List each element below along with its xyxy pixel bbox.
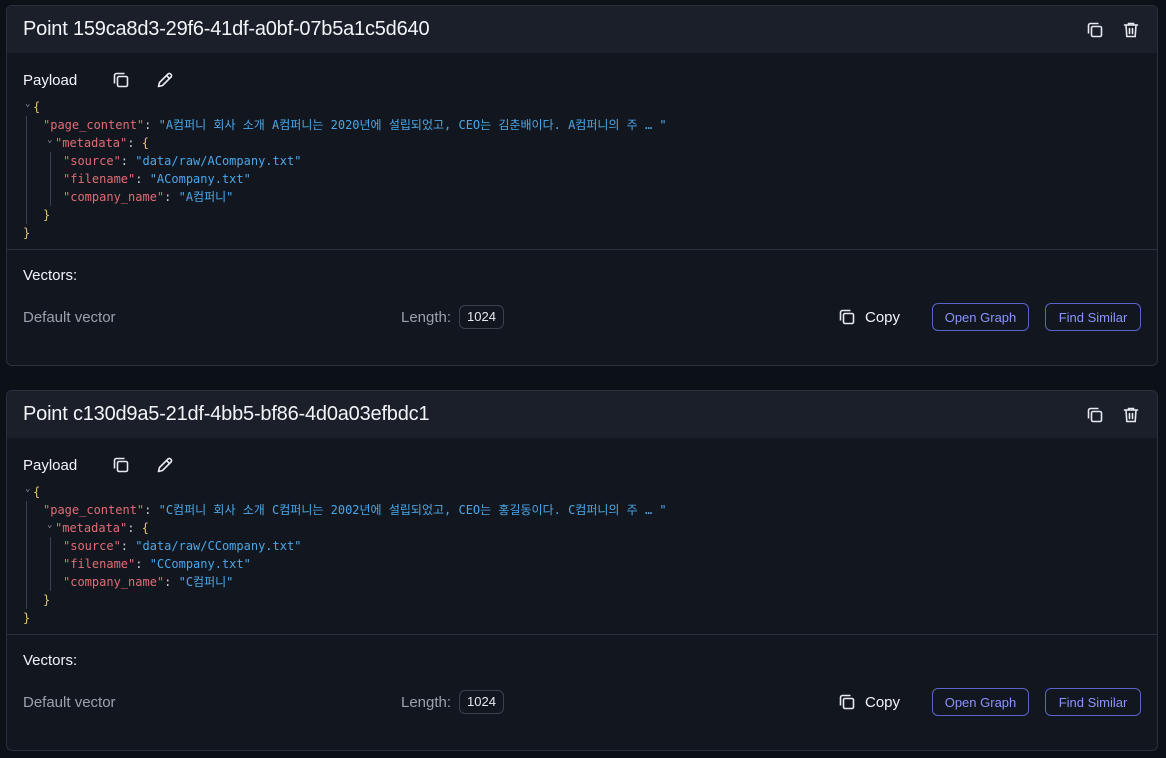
copy-label: Copy (865, 308, 901, 326)
json-line: } (43, 208, 51, 222)
chevron-down-icon[interactable]: ⌄ (25, 480, 30, 498)
point-title: Point 159ca8d3-29f6-41df-a0bf-07b5a1c5d6… (23, 18, 430, 40)
json-line: } (23, 611, 31, 625)
point-card-header: Point c130d9a5-21df-4bb5-bf86-4d0a03efbd… (7, 391, 1157, 438)
payload-section: Payload ⌄{ "page_content": "A컴퍼니 회사 소개 A… (7, 53, 1157, 250)
vector-row: Default vector Length: 1024 Copy Open Gr… (23, 303, 1141, 331)
json-line: } (43, 593, 51, 607)
trash-icon[interactable] (1121, 405, 1141, 425)
json-line: "filename": "ACompany.txt" (63, 172, 251, 186)
json-value: "C컴퍼니" (178, 575, 234, 589)
payload-section: Payload ⌄{ "page_content": "C컴퍼니 회사 소개 C… (7, 438, 1157, 635)
copy-icon[interactable] (111, 70, 131, 90)
json-line: "page_content": "C컴퍼니 회사 소개 C컴퍼니는 2002년에… (43, 503, 667, 517)
json-value: "A컴퍼니" (178, 190, 234, 204)
copy-vector-button[interactable]: Copy (837, 692, 900, 712)
json-line: "filename": "CCompany.txt" (63, 557, 251, 571)
json-key: "metadata" (55, 521, 128, 535)
copy-vector-button[interactable]: Copy (837, 307, 900, 327)
payload-label: Payload (23, 456, 78, 474)
chevron-down-icon[interactable]: ⌄ (47, 131, 52, 149)
json-line: "page_content": "A컴퍼니 회사 소개 A컴퍼니는 2020년에… (43, 118, 667, 132)
copy-icon[interactable] (1085, 20, 1105, 40)
payload-header: Payload (23, 70, 1141, 90)
json-line: ⌄{ (23, 98, 1141, 116)
point-card: Point c130d9a5-21df-4bb5-bf86-4d0a03efbd… (6, 390, 1158, 751)
point-actions (1085, 405, 1141, 425)
vectors-label: Vectors: (23, 652, 78, 669)
copy-icon (839, 309, 855, 325)
length-badge: 1024 (459, 305, 504, 329)
length-label: Length: (401, 308, 452, 326)
json-key: "source" (63, 539, 121, 553)
json-key: "metadata" (55, 136, 128, 150)
json-value: "A컴퍼니 회사 소개 A컴퍼니는 2020년에 설립되었고, CEO는 김춘배… (158, 118, 667, 132)
json-key: "page_content" (43, 503, 145, 517)
payload-json-viewer: ⌄{ "page_content": "C컴퍼니 회사 소개 C컴퍼니는 200… (23, 483, 1141, 627)
vector-length: Length: 1024 (401, 690, 504, 714)
copy-icon[interactable] (111, 455, 131, 475)
open-graph-button[interactable]: Open Graph (932, 303, 1029, 331)
payload-header: Payload (23, 455, 1141, 475)
json-value: "CCompany.txt" (149, 557, 251, 571)
json-value: "ACompany.txt" (149, 172, 251, 186)
json-value: "data/raw/ACompany.txt" (135, 154, 302, 168)
vector-row: Default vector Length: 1024 Copy Open Gr… (23, 688, 1141, 716)
json-line: ⌄{ (23, 483, 1141, 501)
json-value: "data/raw/CCompany.txt" (135, 539, 302, 553)
point-card-header: Point 159ca8d3-29f6-41df-a0bf-07b5a1c5d6… (7, 6, 1157, 53)
json-value: "C컴퍼니 회사 소개 C컴퍼니는 2002년에 설립되었고, CEO는 홍길동… (158, 503, 667, 517)
point-title: Point c130d9a5-21df-4bb5-bf86-4d0a03efbd… (23, 403, 430, 425)
vectors-label: Vectors: (23, 267, 78, 284)
vector-length: Length: 1024 (401, 305, 504, 329)
length-label: Length: (401, 693, 452, 711)
payload-label: Payload (23, 71, 78, 89)
json-key: "company_name" (63, 575, 165, 589)
json-line: "source": "data/raw/CCompany.txt" (63, 539, 302, 553)
point-actions (1085, 20, 1141, 40)
json-key: "page_content" (43, 118, 145, 132)
find-similar-button[interactable]: Find Similar (1045, 688, 1141, 716)
trash-icon[interactable] (1121, 20, 1141, 40)
json-key: "filename" (63, 557, 136, 571)
json-line: "source": "data/raw/ACompany.txt" (63, 154, 302, 168)
json-key: "company_name" (63, 190, 165, 204)
payload-json-viewer: ⌄{ "page_content": "A컴퍼니 회사 소개 A컴퍼니는 202… (23, 98, 1141, 242)
point-card: Point 159ca8d3-29f6-41df-a0bf-07b5a1c5d6… (6, 5, 1158, 366)
pencil-icon[interactable] (155, 70, 175, 90)
copy-icon (839, 694, 855, 710)
vector-name: Default vector (23, 693, 116, 711)
json-line: } (23, 226, 31, 240)
pencil-icon[interactable] (155, 455, 175, 475)
vectors-section: Vectors: Default vector Length: 1024 Cop… (7, 250, 1157, 331)
json-line: ⌄ "metadata": { (23, 519, 1141, 537)
chevron-down-icon[interactable]: ⌄ (25, 95, 30, 113)
json-key: "filename" (63, 172, 136, 186)
chevron-down-icon[interactable]: ⌄ (47, 516, 52, 534)
find-similar-button[interactable]: Find Similar (1045, 303, 1141, 331)
json-line: "company_name": "A컴퍼니" (63, 190, 234, 204)
json-line: ⌄ "metadata": { (23, 134, 1141, 152)
json-line: "company_name": "C컴퍼니" (63, 575, 234, 589)
open-graph-button[interactable]: Open Graph (932, 688, 1029, 716)
vector-name: Default vector (23, 308, 116, 326)
json-key: "source" (63, 154, 121, 168)
length-badge: 1024 (459, 690, 504, 714)
copy-label: Copy (865, 693, 901, 711)
vectors-section: Vectors: Default vector Length: 1024 Cop… (7, 635, 1157, 716)
copy-icon[interactable] (1085, 405, 1105, 425)
